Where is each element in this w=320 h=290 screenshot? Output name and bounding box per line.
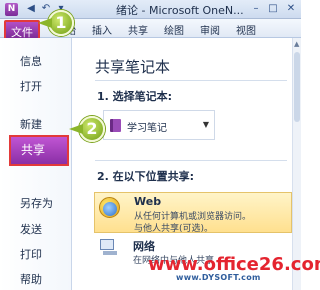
onenote-app-icon: N	[5, 3, 18, 16]
web-option-desc-2: 与他人共享(可选)。	[134, 224, 214, 234]
share-option-web[interactable]: Web 从任何计算机或浏览器访问。 与他人共享(可选)。	[94, 192, 292, 234]
nav-item-share[interactable]: 共享	[9, 135, 69, 166]
step-2-label: 2. 在以下位置共享:	[97, 170, 195, 183]
undo-icon[interactable]: ↶	[40, 3, 52, 15]
tab-share[interactable]: 共享	[128, 22, 148, 37]
watermark-sub: www.DYSOFT.com	[176, 273, 261, 282]
back-icon[interactable]: ◀	[25, 3, 37, 15]
tab-draw[interactable]: 绘图	[164, 22, 184, 37]
step-1-label: 1. 选择笔记本:	[97, 90, 173, 103]
nav-item-print[interactable]: 打印	[20, 246, 42, 262]
nav-item-help[interactable]: 帮助	[20, 271, 42, 287]
tab-view[interactable]: 视图	[236, 22, 256, 37]
nav-item-send[interactable]: 发送	[20, 221, 42, 237]
nav-item-info[interactable]: 信息	[20, 53, 42, 69]
chevron-down-icon: ▼	[202, 120, 209, 129]
tab-insert[interactable]: 插入	[92, 22, 112, 37]
web-globe-overlay-icon	[103, 202, 117, 216]
network-icon	[99, 239, 119, 257]
notebook-select[interactable]: 学习笔记 ▼	[103, 110, 215, 140]
heading-divider	[95, 80, 287, 81]
notebook-name: 学习笔记	[127, 123, 167, 134]
network-option-title: 网络	[133, 240, 155, 253]
scroll-up-icon[interactable]: ▲	[294, 40, 299, 48]
minimize-icon[interactable]: –	[249, 2, 263, 16]
nav-item-new[interactable]: 新建	[20, 116, 42, 132]
close-icon[interactable]: ✕	[284, 2, 298, 16]
window-title: 绪论 - Microsoft OneN...	[116, 4, 244, 17]
tab-review[interactable]: 审阅	[200, 22, 220, 37]
page-title: 共享笔记本	[95, 58, 171, 76]
maximize-icon[interactable]: □	[266, 2, 280, 16]
vertical-scrollbar[interactable]: ▲	[292, 38, 301, 290]
notebook-icon	[110, 119, 121, 132]
section-divider	[95, 160, 287, 161]
nav-item-open[interactable]: 打开	[20, 78, 42, 94]
web-option-title: Web	[134, 195, 162, 208]
scrollbar-thumb[interactable]	[294, 52, 300, 122]
watermark: www.office26.com	[148, 254, 320, 275]
title-bar: N ◀ ↶ ▾ 绪论 - Microsoft OneN... – □ ✕	[0, 0, 301, 19]
nav-item-save-as[interactable]: 另存为	[20, 195, 53, 211]
